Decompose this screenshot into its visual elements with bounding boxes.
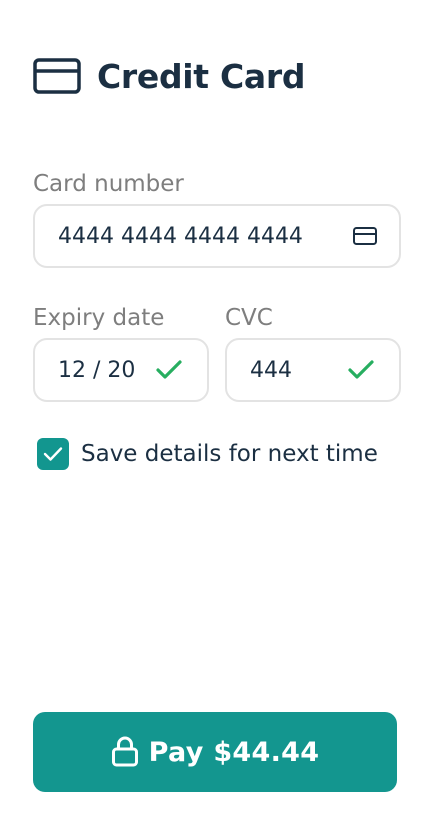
check-icon [155,359,183,381]
pay-button[interactable]: Pay $44.44 [33,712,397,792]
pay-button-label: Pay $44.44 [148,736,320,768]
check-icon [43,447,63,461]
credit-card-icon [33,58,81,94]
save-details-checkbox[interactable] [37,438,69,470]
card-number-input[interactable] [58,223,345,249]
credit-card-icon [353,227,377,245]
lock-icon [111,735,139,767]
page-title: Credit Card [97,56,306,96]
cvc-field[interactable] [225,338,401,402]
expiry-date-input[interactable] [58,357,155,383]
card-number-field[interactable] [33,204,401,268]
expiry-date-label: Expiry date [33,305,165,331]
expiry-date-field[interactable] [33,338,209,402]
check-icon [347,359,375,381]
cvc-label: CVC [225,305,273,331]
card-number-label: Card number [33,171,184,197]
header: Credit Card [33,52,305,100]
cvc-input[interactable] [250,357,347,383]
save-details-row[interactable]: Save details for next time [37,438,378,470]
save-details-label: Save details for next time [81,441,378,467]
